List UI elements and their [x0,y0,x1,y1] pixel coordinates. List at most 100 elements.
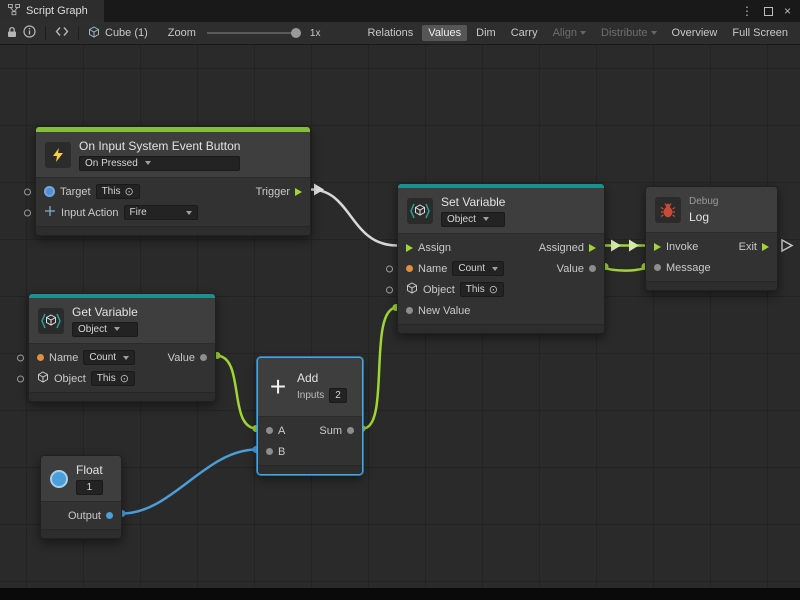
variable-name-dropdown[interactable]: Count [452,261,504,276]
zoom-slider-knob[interactable] [291,28,301,38]
trigger-output-port[interactable] [295,188,302,196]
script-graph-window: Script Graph ⋮ × [0,0,800,600]
port-label: Exit [739,241,757,253]
output-port[interactable] [106,512,113,519]
maximize-icon[interactable] [764,7,773,16]
cube-icon [88,26,100,41]
relations-button[interactable]: Relations [361,25,419,41]
event-mode-dropdown[interactable]: On Pressed [79,156,240,171]
overview-button[interactable]: Overview [666,25,724,41]
left-port[interactable] [386,286,393,293]
port-label: Output [68,510,101,522]
tab-script-graph[interactable]: Script Graph [0,0,104,22]
variable-kind-dropdown[interactable]: Object [441,212,505,227]
exit-open-arrow [782,240,792,251]
chevron-down-icon [492,267,498,271]
port-label: Name [49,352,78,364]
object-picker-icon[interactable]: ⊙ [120,374,129,384]
value-output-port[interactable] [200,354,207,361]
variable-name-dropdown[interactable]: Count [83,350,135,365]
zoom-slider[interactable] [207,32,299,34]
node-title: Add [297,371,347,385]
bug-icon [655,197,681,223]
object-picker-icon[interactable]: ⊙ [124,187,133,197]
node-footer [646,281,777,290]
b-input-port[interactable] [266,448,273,455]
carry-button[interactable]: Carry [505,25,544,41]
object-picker-icon[interactable]: ⊙ [489,285,498,295]
row-input-action: Input Action Fire [36,202,310,223]
name-input-port[interactable] [37,354,44,361]
titlebar: Script Graph ⋮ × [0,0,800,22]
float-value-field[interactable]: 1 [76,480,103,495]
wire-output-b [122,450,257,514]
value-output-port[interactable] [589,265,596,272]
row-new-value: New Value [398,300,604,321]
close-icon[interactable]: × [784,4,791,18]
invoke-input-port[interactable] [654,243,661,251]
row-target: Target This ⊙ Trigger [36,181,310,202]
object-field[interactable]: This ⊙ [91,371,135,386]
graph-target-label[interactable]: Cube (1) [105,27,148,39]
row-assign: Assign Assigned [398,237,604,258]
info-icon[interactable] [23,25,36,41]
port-label: New Value [418,305,470,317]
object-field[interactable]: This ⊙ [460,282,504,297]
graph-canvas[interactable]: On Input System Event Button On Pressed … [0,45,800,588]
node-set-variable[interactable]: Set Variable Object Assign Assigned [397,183,605,334]
left-port[interactable] [17,354,24,361]
new-value-input-port[interactable] [406,307,413,314]
inputs-count-field[interactable]: 2 [329,388,347,403]
variable-kind-dropdown[interactable]: Object [72,322,138,337]
menu-icon[interactable]: ⋮ [741,4,753,18]
port-label: B [278,446,285,458]
port-label: Sum [319,425,342,437]
left-port[interactable] [17,375,24,382]
input-action-dropdown[interactable]: Fire [124,205,198,220]
left-port[interactable] [24,188,31,195]
node-title: Float [76,463,103,477]
values-button[interactable]: Values [422,25,467,41]
distribute-dropdown[interactable]: Distribute [595,25,662,41]
name-input-port[interactable] [406,265,413,272]
row-object: Object This ⊙ [398,279,604,300]
variable-cube-icon [38,308,64,334]
tab-label: Script Graph [26,5,88,17]
graph-icon [8,4,20,19]
chevron-down-icon [123,356,129,360]
exit-output-port[interactable] [762,243,769,251]
node-float[interactable]: Float 1 Output [40,455,122,539]
node-debug-log[interactable]: Debug Log Invoke Exit Message [645,186,778,291]
node-add[interactable]: + Add Inputs 2 A Sum [257,357,363,475]
lock-icon[interactable] [6,26,18,41]
window-controls: ⋮ × [741,4,800,18]
left-port[interactable] [386,265,393,272]
sum-output-port[interactable] [347,427,354,434]
assigned-output-port[interactable] [589,244,596,252]
left-port[interactable] [24,209,31,216]
chevron-down-icon [145,161,151,165]
node-get-variable[interactable]: Get Variable Object Name Count Value [28,293,216,402]
node-on-input-system-event-button[interactable]: On Input System Event Button On Pressed … [35,126,311,236]
port-label: Message [666,262,711,274]
message-input-port[interactable] [654,264,661,271]
wire-direction-arrow [314,184,324,196]
row-output: Output [41,505,121,526]
dim-button[interactable]: Dim [470,25,502,41]
row-name: Name Count Value [398,258,604,279]
align-dropdown[interactable]: Align [547,25,592,41]
collapse-expand-icon[interactable] [55,26,69,40]
assign-input-port[interactable] [406,244,413,252]
chevron-down-icon [114,327,120,331]
port-label: Trigger [256,186,290,198]
node-title: On Input System Event Button [79,139,240,153]
port-label: Input Action [61,207,119,219]
a-input-port[interactable] [266,427,273,434]
target-type-icon [44,186,55,197]
input-action-icon [44,205,56,220]
fullscreen-button[interactable]: Full Screen [726,25,794,41]
chevron-down-icon [580,31,586,35]
target-object-field[interactable]: This ⊙ [96,184,140,199]
row-b: B [258,441,362,462]
port-label: Name [418,263,447,275]
